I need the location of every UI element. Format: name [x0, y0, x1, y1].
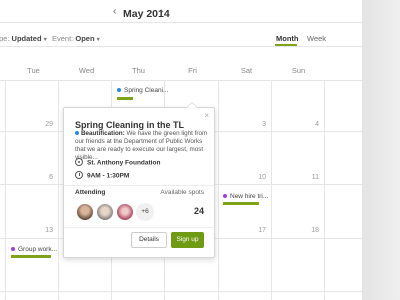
day-number: 17: [258, 227, 266, 234]
attendee-avatar[interactable]: [76, 203, 94, 221]
column-divider: [5, 81, 6, 300]
organization-name: St. Anthony Foundation: [87, 159, 161, 167]
event-progress-bar: [11, 255, 51, 258]
calendar-event[interactable]: Spring Cleani...: [117, 87, 168, 94]
tab-week[interactable]: Week: [307, 34, 326, 43]
day-number: 11: [311, 174, 319, 181]
weekday-label: Sun: [291, 66, 306, 75]
type-filter-label: pe:: [0, 34, 10, 43]
weekday-label: Sat: [240, 66, 253, 75]
row-divider: [0, 291, 362, 292]
details-button[interactable]: Details: [131, 232, 167, 248]
day-number: 29: [45, 121, 53, 128]
chevron-right-icon[interactable]: ›: [160, 6, 163, 17]
time-row: 9AM - 1:30PM: [75, 171, 130, 180]
more-attendees-badge[interactable]: +6: [136, 203, 154, 221]
popover-divider: [64, 227, 214, 228]
event-label: Spring Cleani...: [124, 87, 169, 94]
day-number: 10: [258, 174, 266, 181]
chevron-left-icon[interactable]: ‹: [113, 6, 116, 17]
chevron-down-icon: ▼: [42, 37, 48, 43]
event-dot: [223, 194, 227, 199]
category-dot: [75, 131, 79, 136]
column-divider: [218, 81, 219, 300]
event-filter[interactable]: Event: Open▼: [52, 34, 101, 43]
event-category: Beautification:: [81, 130, 125, 137]
event-label: New hire tri...: [230, 193, 269, 200]
organization-row: St. Anthony Foundation: [75, 158, 161, 167]
type-filter[interactable]: pe: Updated▼: [0, 34, 48, 43]
column-divider: [324, 81, 325, 300]
day-number: 4: [315, 121, 319, 128]
event-title: Spring Cleaning in the TL: [75, 120, 184, 130]
event-filter-value: Open: [75, 34, 95, 43]
location-icon: [75, 158, 83, 166]
event-description: Beautification: We have the green light …: [75, 130, 211, 162]
weekday-header: Tue Wed Thu Fri Sat Sun: [0, 66, 362, 78]
toolbar-divider: [0, 46, 362, 47]
available-spots-value: 24: [193, 206, 204, 216]
event-progress-bar: [117, 97, 133, 100]
calendar-app: ‹ May 2014 › pe: Updated▼ Event: Open▼ M…: [0, 0, 362, 300]
popover-caret-inner: [187, 103, 197, 108]
available-spots-label: Available spots: [160, 189, 204, 196]
weekday-label: Fri: [188, 66, 197, 75]
column-divider: [271, 81, 272, 300]
event-time: 9AM - 1:30PM: [87, 172, 130, 180]
column-divider: [58, 81, 59, 300]
header-divider: [0, 22, 362, 23]
day-number: 13: [45, 227, 53, 234]
close-icon[interactable]: ×: [204, 111, 209, 120]
tab-month[interactable]: Month: [276, 34, 299, 43]
popover-divider: [64, 185, 214, 186]
clock-icon: [75, 171, 83, 179]
side-shadow: [362, 0, 400, 300]
chevron-down-icon: ▼: [95, 37, 101, 43]
attendee-avatar[interactable]: [116, 203, 134, 221]
event-dot: [11, 247, 15, 252]
event-filter-label: Event:: [52, 34, 74, 43]
event-dot: [117, 88, 121, 93]
day-number: 3: [262, 121, 266, 128]
calendar-event[interactable]: New hire tri...: [223, 193, 268, 200]
event-progress-bar: [223, 202, 259, 205]
event-popover: × Spring Cleaning in the TL Beautificati…: [63, 102, 215, 258]
calendar-event[interactable]: Group work...: [11, 246, 57, 253]
weekday-label: Wed: [78, 66, 95, 75]
day-number: 6: [49, 174, 53, 181]
day-number: 18: [311, 227, 319, 234]
weekday-label: Tue: [27, 66, 40, 75]
event-label: Group work...: [18, 246, 58, 253]
calendar-header: ‹ May 2014 ›: [0, 0, 362, 22]
sign-up-button[interactable]: Sign up: [171, 232, 204, 248]
attending-label: Attending: [75, 189, 106, 196]
weekday-label: Thu: [132, 66, 145, 75]
attendee-avatar[interactable]: [96, 203, 114, 221]
type-filter-value: Updated: [11, 34, 42, 43]
